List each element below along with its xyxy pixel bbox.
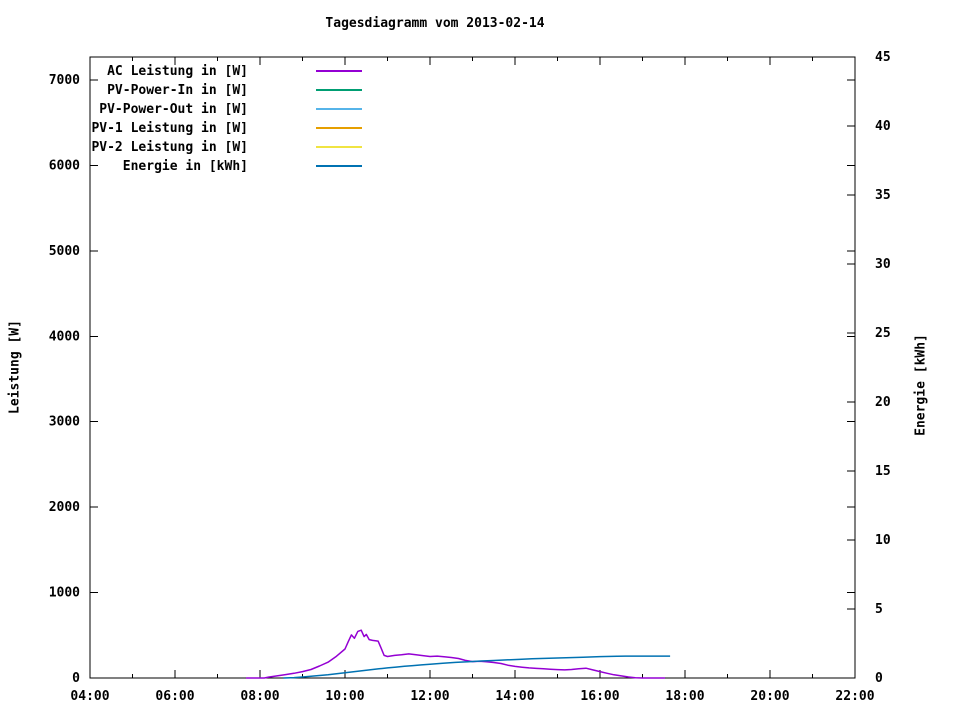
y2-tick-label: 30 [875, 257, 891, 272]
y2-tick-label: 40 [875, 119, 891, 134]
y1-tick-label: 2000 [49, 500, 80, 515]
x-tick-label: 10:00 [325, 689, 364, 704]
y2-tick-label: 5 [875, 602, 883, 617]
legend-label: AC Leistung in [W] [107, 64, 248, 79]
x-tick-label: 16:00 [580, 689, 619, 704]
x-tick-label: 22:00 [835, 689, 874, 704]
legend-label: PV-Power-Out in [W] [99, 102, 248, 117]
x-tick-label: 18:00 [665, 689, 704, 704]
legend-label: Energie in [kWh] [123, 159, 248, 174]
legend-item: PV-2 Leistung in [W] [91, 140, 362, 155]
plot-area: 04:00 06:00 08:00 10:00 12:00 14:00 16:00 18:00… [49, 50, 891, 704]
legend-item: PV-Power-Out in [W] [99, 102, 362, 117]
y1-tick-label: 3000 [49, 415, 80, 430]
legend-item: PV-1 Leistung in [W] [91, 121, 362, 136]
x-tick-label: 06:00 [155, 689, 194, 704]
gnuplot-chart-page: Tagesdiagramm vom 2013-02-14 Leistung [W… [0, 0, 960, 720]
legend-label: PV-Power-In in [W] [107, 83, 248, 98]
y1-tick-label: 5000 [49, 244, 80, 259]
y2-tick-label: 0 [875, 671, 883, 686]
y2-tick-label: 15 [875, 464, 891, 479]
x-tick-label: 12:00 [410, 689, 449, 704]
y1-tick-label: 4000 [49, 329, 80, 344]
y1-tick-label: 1000 [49, 586, 80, 601]
x-tick-label: 04:00 [70, 689, 109, 704]
y1-tick-label: 0 [72, 671, 80, 686]
legend-item: PV-Power-In in [W] [107, 83, 362, 98]
x-tick-label: 20:00 [750, 689, 789, 704]
legend-item: Energie in [kWh] [123, 159, 362, 174]
legend-label: PV-2 Leistung in [W] [91, 140, 248, 155]
y2-tick-label: 45 [875, 50, 891, 65]
y2-tick-label: 10 [875, 533, 891, 548]
x-tick-label: 14:00 [495, 689, 534, 704]
legend-item: AC Leistung in [W] [107, 64, 362, 79]
y2-tick-label: 20 [875, 395, 891, 410]
y2-tick-label: 25 [875, 326, 891, 341]
y1-tick-label: 7000 [49, 73, 80, 88]
x-tick-label: 08:00 [240, 689, 279, 704]
legend-label: PV-1 Leistung in [W] [91, 121, 248, 136]
y2-tick-label: 35 [875, 188, 891, 203]
y1-tick-label: 6000 [49, 158, 80, 173]
series-line [246, 629, 665, 679]
